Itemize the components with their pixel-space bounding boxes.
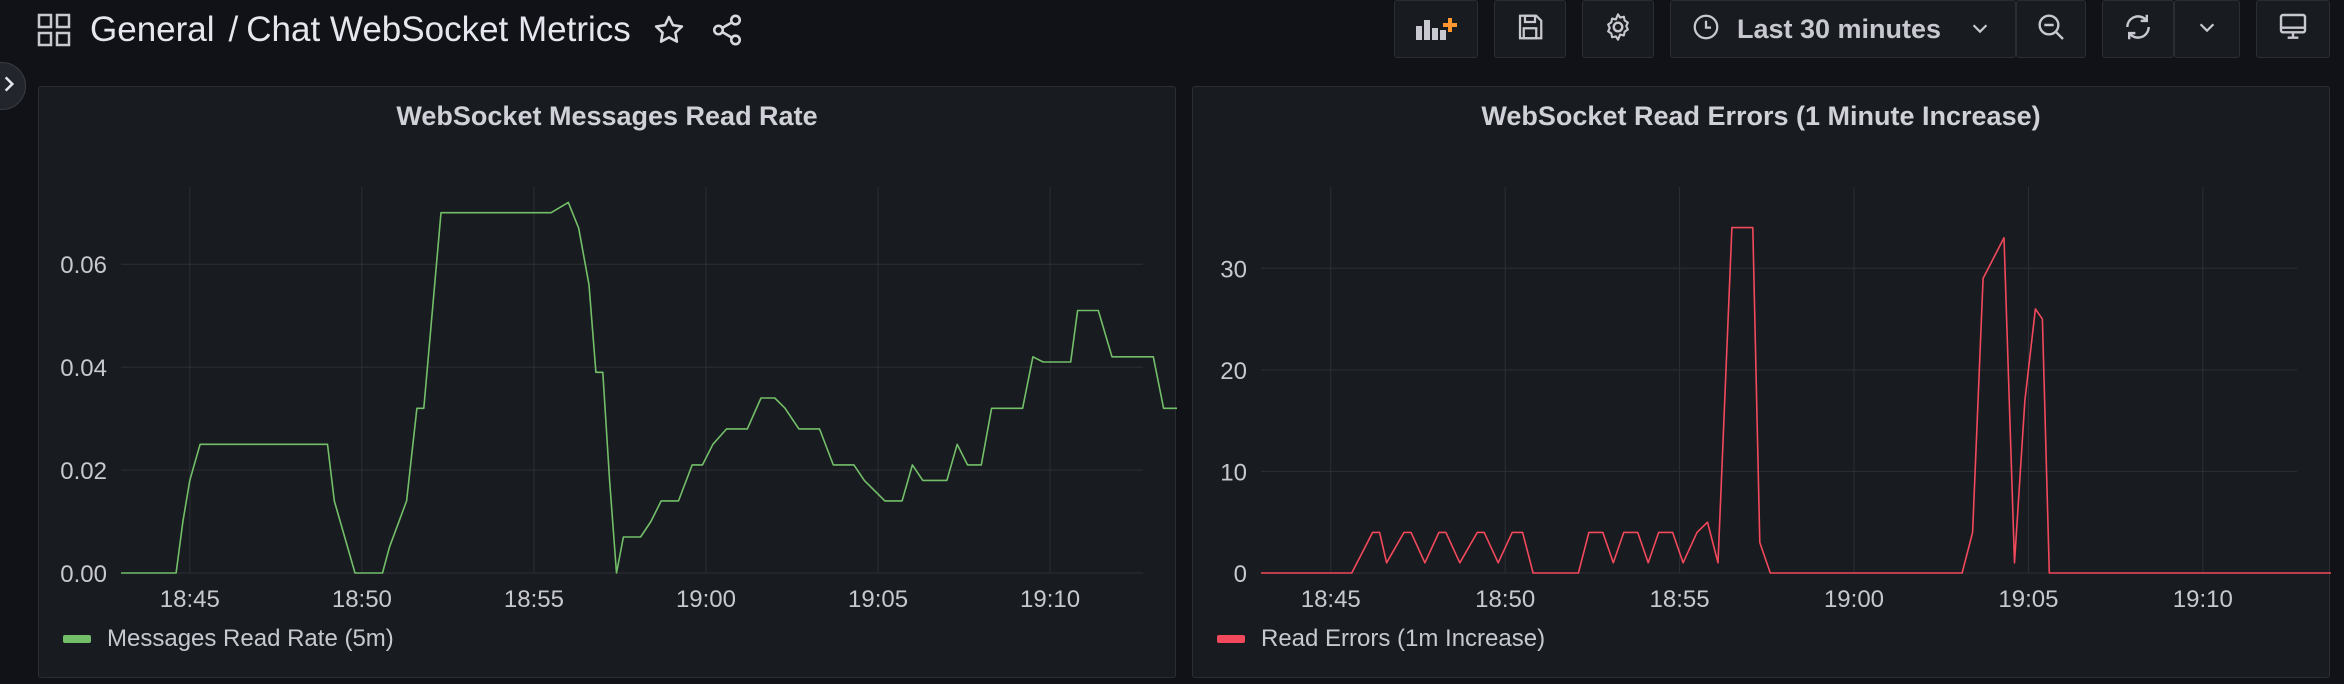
save-icon: [1515, 12, 1545, 47]
panel-read-errors[interactable]: WebSocket Read Errors (1 Minute Increase…: [1192, 86, 2331, 678]
x-tick-label: 19:10: [2173, 586, 2233, 613]
sidebar-toggle-button[interactable]: [0, 62, 26, 110]
legend-swatch: [1217, 635, 1245, 643]
x-tick-label: 18:55: [504, 586, 564, 613]
y-tick-label: 0.04: [60, 355, 107, 382]
chart-legend: Read Errors (1m Increase): [1217, 625, 1545, 653]
monitor-icon: [2277, 11, 2309, 48]
chart-messages-read-rate: 0.00 0.02 0.04 0.06 18:45 18:50 18:55 19:00 19:0…: [60, 187, 1177, 613]
series-line: [121, 201, 1177, 574]
chevron-right-icon: [0, 74, 19, 99]
x-tick-label: 18:50: [332, 586, 392, 613]
page-title[interactable]: Chat WebSocket Metrics: [246, 10, 631, 50]
add-panel-button[interactable]: [1394, 0, 1478, 58]
breadcrumb-folder[interactable]: General: [90, 10, 215, 50]
y-tick-label: 0.06: [60, 252, 107, 279]
y-tick-label: 20: [1220, 358, 1247, 385]
dashboard-settings-button[interactable]: [1582, 0, 1654, 58]
dashboard-header: General / Chat WebSocket Metrics Last 30…: [0, 0, 2344, 62]
y-tick-label: 0: [1234, 561, 1247, 588]
panel-messages-read-rate[interactable]: WebSocket Messages Read Rate 0.00 0.02 0.0…: [38, 86, 1177, 678]
chart-read-errors: 0 10 20 30 18:45 18:50 18:55 19:00 19:05 19:10: [1220, 187, 2331, 613]
cycle-view-mode-button[interactable]: [2256, 0, 2330, 58]
y-tick-label: 30: [1220, 256, 1247, 283]
zoom-out-button[interactable]: [2016, 0, 2086, 58]
chevron-down-icon: [2196, 16, 2218, 43]
x-tick-label: 18:50: [1475, 586, 1535, 613]
clock-icon: [1691, 12, 1721, 47]
x-tick-label: 18:45: [1301, 586, 1361, 613]
refresh-icon: [2122, 11, 2154, 48]
apps-grid-icon[interactable]: [36, 12, 72, 48]
legend-swatch: [63, 635, 91, 643]
chart-legend: Messages Read Rate (5m): [63, 625, 394, 653]
x-tick-label: 19:00: [676, 586, 736, 613]
x-tick-label: 19:05: [1998, 586, 2058, 613]
x-tick-label: 19:10: [1020, 586, 1080, 613]
x-tick-label: 18:55: [1650, 586, 1710, 613]
add-panel-icon: [1410, 10, 1462, 49]
time-range-label: Last 30 minutes: [1737, 13, 1942, 44]
zoom-out-icon: [2035, 11, 2067, 48]
gear-icon: [1602, 11, 1634, 48]
star-icon[interactable]: [649, 10, 689, 50]
x-tick-label: 19:05: [848, 586, 908, 613]
chevron-down-icon: [1969, 17, 1991, 44]
time-range-picker[interactable]: Last 30 minutes: [1670, 0, 2016, 58]
x-tick-label: 18:45: [160, 586, 220, 613]
dashboard-title-bar: General / Chat WebSocket Metrics: [36, 4, 747, 56]
series-line: [1261, 226, 2331, 574]
refresh-button[interactable]: [2102, 0, 2174, 58]
breadcrumb-separator: /: [228, 10, 239, 49]
chart-grid: [1261, 187, 2297, 574]
legend-series-label[interactable]: Messages Read Rate (5m): [107, 625, 394, 653]
refresh-interval-dropdown[interactable]: [2174, 0, 2240, 58]
legend-series-label[interactable]: Read Errors (1m Increase): [1261, 625, 1545, 653]
y-tick-label: 0.00: [60, 561, 107, 588]
y-tick-label: 10: [1220, 459, 1247, 486]
save-dashboard-button[interactable]: [1494, 0, 1566, 58]
chart-grid: [121, 187, 1143, 574]
y-tick-label: 0.02: [60, 458, 107, 485]
x-tick-label: 19:00: [1824, 586, 1884, 613]
share-icon[interactable]: [707, 10, 747, 50]
